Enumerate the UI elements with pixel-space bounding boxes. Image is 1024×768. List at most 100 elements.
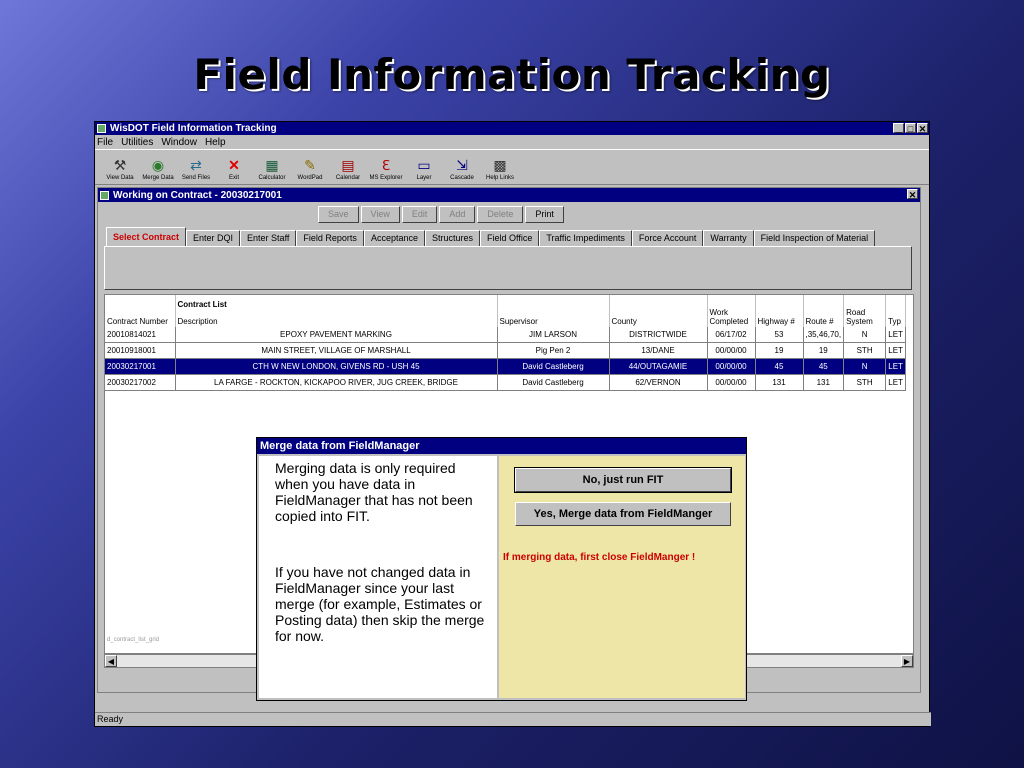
wordpad-button[interactable]: ✎ WordPad bbox=[291, 157, 329, 184]
cell-road-system: STH bbox=[843, 342, 887, 359]
cell-type: LET bbox=[885, 374, 907, 391]
cell-description: EPOXY PAVEMENT MARKING bbox=[175, 327, 498, 343]
cell-description: LA FARGE - ROCKTON, KICKAPOO RIVER, JUG … bbox=[175, 374, 498, 391]
col-highway[interactable]: Highway # bbox=[755, 295, 804, 327]
scroll-left-icon[interactable]: ◀ bbox=[105, 655, 117, 667]
menu-utilities[interactable]: Utilities bbox=[121, 137, 153, 148]
maximize-button[interactable]: □ bbox=[905, 123, 916, 134]
col-contract-number[interactable]: Contract Number bbox=[105, 295, 176, 327]
col-type[interactable]: Typ bbox=[885, 295, 907, 327]
merge-data-icon: ◉ bbox=[151, 157, 165, 173]
tab-field-reports[interactable]: Field Reports bbox=[296, 230, 364, 246]
cell-description: MAIN STREET, VILLAGE OF MARSHALL bbox=[175, 342, 498, 359]
merge-dialog-info: Merging data is only required when you h… bbox=[259, 456, 497, 698]
app-titlebar[interactable]: WisDOT Field Information Tracking _ □ ✕ bbox=[95, 122, 929, 135]
view-button[interactable]: View bbox=[360, 206, 400, 223]
contract-window-title: Working on Contract - 20030217001 bbox=[113, 189, 282, 201]
table-row-selected[interactable]: 20030217001 CTH W NEW LONDON, GIVENS RD … bbox=[105, 358, 907, 375]
merge-info-text: Merging data is only required when you h… bbox=[275, 460, 473, 524]
grid-caption: Contract List bbox=[177, 300, 227, 309]
layer-button[interactable]: ▭ Layer bbox=[405, 157, 443, 184]
cell-work-completed: 00/00/00 bbox=[707, 342, 756, 359]
scroll-right-icon[interactable]: ▶ bbox=[901, 655, 913, 667]
col-description[interactable]: Contract List Description bbox=[175, 295, 498, 327]
toolbar-label: Cascade bbox=[450, 175, 474, 181]
calendar-button[interactable]: ▤ Calendar bbox=[329, 157, 367, 184]
cell-contract-number: 20010814021 bbox=[105, 327, 176, 343]
cell-highway: 53 bbox=[755, 327, 804, 343]
table-row[interactable]: 20030217002 LA FARGE - ROCKTON, KICKAPOO… bbox=[105, 374, 907, 391]
merge-data-button[interactable]: ◉ Merge Data bbox=[139, 157, 177, 184]
ms-explorer-button[interactable]: ℇ MS Explorer bbox=[367, 157, 405, 184]
add-button[interactable]: Add bbox=[439, 206, 476, 223]
help-links-button[interactable]: ▩ Help Links bbox=[481, 157, 519, 184]
send-files-button[interactable]: ⇄ Send Files bbox=[177, 157, 215, 184]
status-bar: Ready bbox=[95, 712, 931, 726]
cell-type: LET bbox=[885, 342, 907, 359]
cell-county: 62/VERNON bbox=[609, 374, 708, 391]
exit-button[interactable]: ✕ Exit bbox=[215, 157, 253, 184]
menu-help[interactable]: Help bbox=[205, 137, 226, 148]
cell-county: 13/DANE bbox=[609, 342, 708, 359]
save-button[interactable]: Save bbox=[318, 206, 359, 223]
col-work-completed[interactable]: Work Completed bbox=[707, 295, 756, 327]
calculator-button[interactable]: ▦ Calculator bbox=[253, 157, 291, 184]
view-data-button[interactable]: ⚒ View Data bbox=[101, 157, 139, 184]
col-supervisor[interactable]: Supervisor bbox=[497, 295, 610, 327]
toolbar-label: MS Explorer bbox=[369, 175, 403, 181]
action-buttons: Save View Edit Add Delete Print bbox=[318, 206, 564, 223]
grid-footer-label: d_contract_list_grid bbox=[107, 637, 160, 643]
toolbar-label: View Data bbox=[106, 175, 134, 181]
tab-enter-staff[interactable]: Enter Staff bbox=[240, 230, 297, 246]
contract-window-titlebar[interactable]: Working on Contract - 20030217001 ✕ bbox=[98, 188, 920, 202]
cell-county: DISTRICTWIDE bbox=[609, 327, 708, 343]
merge-dialog-actions: No, just run FIT Yes, Merge data from Fi… bbox=[499, 456, 745, 698]
tab-select-contract[interactable]: Select Contract bbox=[106, 227, 187, 246]
cell-type: LET bbox=[885, 358, 907, 375]
toolbar-label: Help Links bbox=[485, 175, 514, 181]
cell-supervisor: David Castleberg bbox=[497, 374, 610, 391]
edit-button[interactable]: Edit bbox=[401, 206, 438, 223]
table-row[interactable]: 20010918001 MAIN STREET, VILLAGE OF MARS… bbox=[105, 342, 907, 359]
tab-traffic-impediments[interactable]: Traffic Impediments bbox=[539, 230, 632, 246]
col-county[interactable]: County bbox=[609, 295, 708, 327]
merge-dialog-title[interactable]: Merge data from FieldManager bbox=[257, 438, 746, 454]
cell-contract-number: 20030217001 bbox=[105, 358, 176, 375]
cell-county: 44/OUTAGAMIE bbox=[609, 358, 708, 375]
menu-file[interactable]: File bbox=[97, 137, 113, 148]
cell-highway: 131 bbox=[755, 374, 804, 391]
app-icon bbox=[97, 124, 106, 133]
print-button[interactable]: Print bbox=[525, 206, 564, 223]
cascade-button[interactable]: ⇲ Cascade bbox=[443, 157, 481, 184]
tab-field-inspection[interactable]: Field Inspection of Material bbox=[753, 230, 876, 246]
toolbar-label: WordPad bbox=[297, 175, 323, 181]
menu-window[interactable]: Window bbox=[161, 137, 197, 148]
tab-acceptance[interactable]: Acceptance bbox=[363, 230, 425, 246]
tab-field-office[interactable]: Field Office bbox=[479, 230, 540, 246]
tab-panel bbox=[104, 246, 912, 290]
cell-work-completed: 00/00/00 bbox=[707, 374, 756, 391]
close-button[interactable]: ✕ bbox=[917, 123, 928, 134]
cell-contract-number: 20010918001 bbox=[105, 342, 176, 359]
tab-force-account[interactable]: Force Account bbox=[631, 230, 704, 246]
cell-supervisor: JIM LARSON bbox=[497, 327, 610, 343]
table-row[interactable]: 20010814021 EPOXY PAVEMENT MARKING JIM L… bbox=[105, 327, 907, 343]
exit-icon: ✕ bbox=[228, 157, 240, 173]
cell-contract-number: 20030217002 bbox=[105, 374, 176, 391]
minimize-button[interactable]: _ bbox=[893, 123, 904, 134]
tab-structures[interactable]: Structures bbox=[424, 230, 480, 246]
cell-road-system: STH bbox=[843, 374, 887, 391]
col-road-system[interactable]: Road System bbox=[843, 295, 887, 327]
toolbar-label: Merge Data bbox=[142, 175, 174, 181]
menu-bar: File Utilities Window Help bbox=[95, 135, 929, 149]
window-icon bbox=[100, 190, 109, 200]
no-just-run-fit-button[interactable]: No, just run FIT bbox=[514, 467, 732, 493]
tab-enter-dqi[interactable]: Enter DQI bbox=[186, 230, 241, 246]
delete-button[interactable]: Delete bbox=[477, 206, 524, 223]
yes-merge-data-button[interactable]: Yes, Merge data from FieldManger bbox=[515, 502, 731, 526]
tab-warranty[interactable]: Warranty bbox=[703, 230, 754, 246]
close-icon[interactable]: ✕ bbox=[907, 189, 918, 200]
cell-description: CTH W NEW LONDON, GIVENS RD - USH 45 bbox=[175, 358, 498, 375]
col-route[interactable]: Route # bbox=[803, 295, 845, 327]
toolbar-label: Calculator bbox=[258, 175, 286, 181]
